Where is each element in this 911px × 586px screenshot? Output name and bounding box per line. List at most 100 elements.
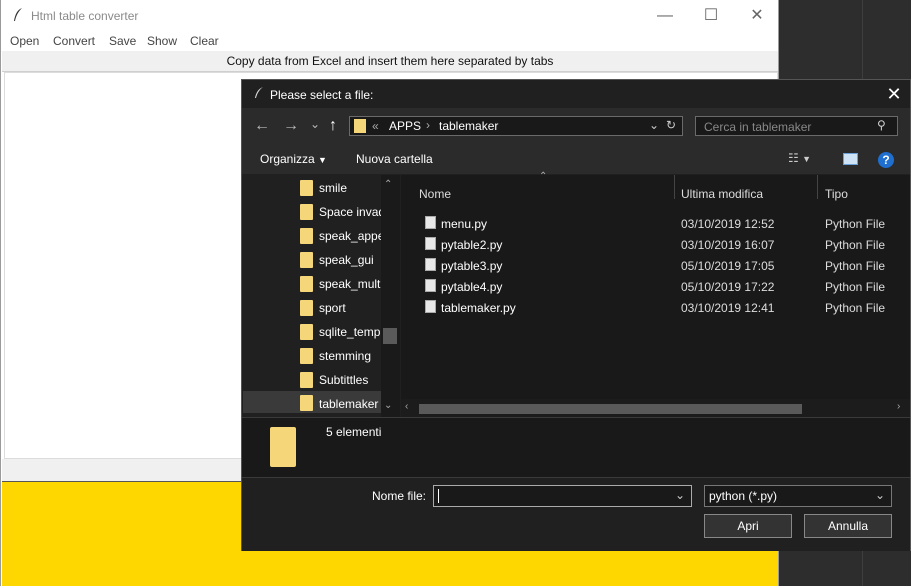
navigation-bar: ← → ⌄ ↑ « APPS › tablemaker ⌄ ↻ Cerca in… — [242, 108, 910, 144]
menu-open[interactable]: Open — [10, 34, 39, 48]
filename-label: Nome file: — [372, 489, 427, 503]
file-modified: 03/10/2019 12:52 — [681, 217, 775, 231]
folder-icon — [300, 395, 313, 411]
search-placeholder: Cerca in tablemaker — [704, 120, 812, 134]
filetype-dropdown-icon[interactable]: ⌄ — [875, 488, 885, 502]
address-dropdown-icon[interactable]: ⌄ — [649, 118, 659, 132]
organize-label: Organizza — [260, 152, 315, 166]
filetype-select[interactable]: python (*.py) ⌄ — [704, 485, 892, 507]
maximize-button[interactable]: ☐ — [688, 2, 734, 30]
menu-save[interactable]: Save — [109, 34, 136, 48]
tree-scrollbar[interactable]: ⌃ ⌄ — [381, 175, 400, 417]
file-name[interactable]: tablemaker.py — [441, 301, 516, 315]
feather-icon — [14, 8, 22, 21]
python-file-icon — [425, 279, 436, 292]
folder-icon — [300, 276, 313, 292]
column-type[interactable]: Tipo — [825, 187, 848, 201]
cancel-button[interactable]: Annulla — [804, 514, 892, 538]
file-name[interactable]: pytable2.py — [441, 238, 502, 252]
file-name[interactable]: pytable4.py — [441, 280, 502, 294]
column-name[interactable]: Nome — [419, 187, 451, 201]
feather-icon — [255, 87, 263, 98]
preview-pane-icon[interactable] — [843, 153, 858, 165]
scroll-left-icon[interactable]: ‹ — [405, 401, 408, 412]
file-type: Python File — [825, 238, 886, 252]
menu-clear[interactable]: Clear — [190, 34, 219, 48]
menu-convert[interactable]: Convert — [53, 34, 95, 48]
python-file-icon — [425, 300, 436, 313]
file-name[interactable]: pytable3.py — [441, 259, 502, 273]
up-arrow-icon[interactable]: ↑ — [329, 118, 337, 134]
help-icon[interactable]: ? — [878, 152, 894, 168]
filename-input[interactable]: ⌄ — [433, 485, 692, 507]
scroll-thumb[interactable] — [419, 404, 802, 414]
tree-item-speak-gui[interactable]: speak_gui — [319, 253, 383, 267]
file-list: ⌃ Nome Ultima modifica Tipo menu.py 03/1… — [401, 171, 910, 417]
organize-button[interactable]: Organizza ▼ — [260, 152, 327, 166]
column-separator — [674, 175, 675, 199]
file-modified: 03/10/2019 16:07 — [681, 238, 775, 252]
breadcrumb-apps[interactable]: APPS — [389, 119, 421, 133]
tree-item-sport[interactable]: sport — [319, 301, 383, 315]
dialog-footer: Nome file: ⌄ python (*.py) ⌄ Apri Annull… — [242, 477, 910, 551]
hint-bar: Copy data from Excel and insert them her… — [2, 51, 778, 72]
file-modified: 03/10/2019 12:41 — [681, 301, 775, 315]
breadcrumb-tablemaker[interactable]: tablemaker — [439, 119, 498, 133]
filename-dropdown-icon[interactable]: ⌄ — [675, 488, 685, 502]
tree-item-stemming[interactable]: stemming — [319, 349, 383, 363]
search-input[interactable]: Cerca in tablemaker ⚲ — [695, 116, 898, 136]
folder-icon — [300, 180, 313, 196]
scroll-down-icon[interactable]: ⌄ — [384, 400, 392, 411]
minimize-button[interactable]: — — [642, 2, 688, 30]
column-modified[interactable]: Ultima modifica — [681, 187, 763, 201]
folder-icon — [300, 300, 313, 316]
folder-icon — [270, 427, 296, 467]
breadcrumb-separator-icon: › — [426, 118, 430, 132]
tree-item-speak-appe[interactable]: speak_appe — [319, 229, 383, 243]
file-modified: 05/10/2019 17:22 — [681, 280, 775, 294]
folder-icon — [300, 372, 313, 388]
filetype-value: python (*.py) — [709, 489, 778, 503]
open-button[interactable]: Apri — [704, 514, 792, 538]
file-type: Python File — [825, 217, 886, 231]
tree-item-space-invad[interactable]: Space invad — [319, 205, 383, 219]
folder-icon — [300, 228, 313, 244]
file-modified: 05/10/2019 17:05 — [681, 259, 775, 273]
scroll-right-icon[interactable]: › — [897, 401, 900, 412]
python-file-icon — [425, 216, 436, 229]
close-button[interactable]: ✕ — [734, 2, 780, 30]
chevron-down-icon: ▼ — [318, 155, 327, 165]
new-folder-button[interactable]: Nuova cartella — [356, 152, 433, 166]
tree-item-smile[interactable]: smile — [319, 181, 383, 195]
folder-icon — [354, 119, 366, 133]
tree-item-sqlite-temp[interactable]: sqlite_temp — [319, 325, 383, 339]
history-dropdown-icon[interactable]: ⌄ — [310, 116, 320, 132]
folder-icon — [300, 324, 313, 340]
back-arrow-icon[interactable]: ← — [254, 118, 270, 134]
tree-item-speak-multi[interactable]: speak_multi — [319, 277, 383, 291]
file-name[interactable]: menu.py — [441, 217, 487, 231]
python-file-icon — [425, 258, 436, 271]
scroll-up-icon[interactable]: ⌃ — [384, 179, 392, 190]
scroll-thumb[interactable] — [383, 328, 397, 344]
view-options-icon[interactable]: ☷ ▼ — [788, 151, 811, 165]
dialog-close-button[interactable]: ✕ — [882, 84, 906, 104]
breadcrumb-overflow[interactable]: « — [372, 119, 379, 133]
refresh-icon[interactable]: ↻ — [666, 118, 676, 132]
hint-label: Copy data from Excel and insert them her… — [226, 54, 554, 68]
dialog-toolbar: Organizza ▼ Nuova cartella ☷ ▼ ? — [242, 144, 910, 174]
forward-arrow-icon[interactable]: → — [283, 118, 299, 134]
file-dialog: Please select a file: ✕ ← → ⌄ ↑ « APPS ›… — [241, 79, 911, 551]
tree-item-subtittles[interactable]: Subtittles — [319, 373, 383, 387]
folder-icon — [300, 348, 313, 364]
tree-item-tablemaker[interactable]: tablemaker — [319, 397, 383, 411]
column-separator — [817, 175, 818, 199]
item-count: 5 elementi — [326, 425, 382, 439]
horizontal-scrollbar[interactable]: ‹ › — [401, 399, 910, 417]
folder-icon — [300, 252, 313, 268]
text-cursor — [438, 489, 439, 503]
search-icon: ⚲ — [877, 118, 886, 132]
address-bar[interactable]: « APPS › tablemaker ⌄ ↻ — [349, 116, 683, 136]
menu-show[interactable]: Show — [147, 34, 177, 48]
file-type: Python File — [825, 301, 886, 315]
